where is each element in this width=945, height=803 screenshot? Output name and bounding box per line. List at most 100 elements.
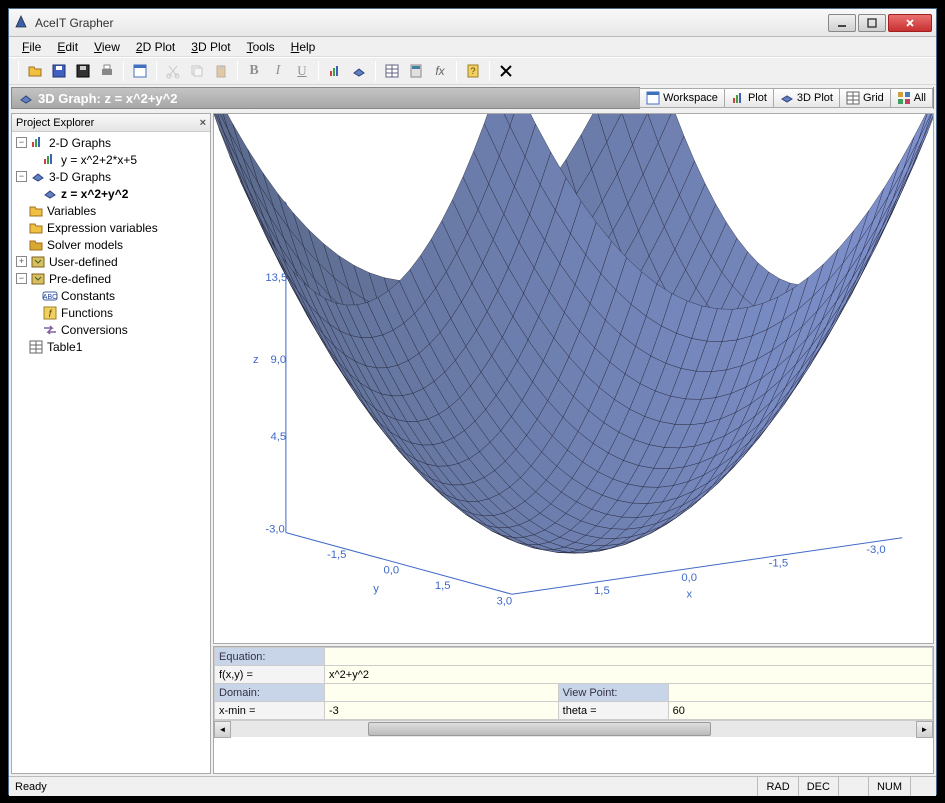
sidebar-title: Project Explorer — [16, 117, 94, 129]
menu-tools[interactable]: Tools — [240, 38, 282, 56]
minimize-button[interactable] — [828, 14, 856, 32]
tree-3d-graphs[interactable]: −3-D Graphs — [14, 168, 208, 185]
svg-text:y: y — [373, 583, 379, 595]
paste-button[interactable] — [210, 60, 232, 82]
delete-button[interactable] — [495, 60, 517, 82]
toolbar: B I U fx ? — [9, 57, 936, 85]
function-button[interactable]: fx — [429, 60, 451, 82]
status-ready: Ready — [15, 781, 47, 793]
prop-domain-header: Domain: — [215, 684, 325, 702]
tree-2d-eq[interactable]: y = x^2+2*x+5 — [14, 151, 208, 168]
bold-button[interactable]: B — [243, 60, 265, 82]
tree-constants[interactable]: ABCConstants — [14, 287, 208, 304]
graph3d-icon — [18, 90, 34, 106]
content-area: Project Explorer × −2-D Graphs y = x^2+2… — [9, 111, 936, 776]
tree: −2-D Graphs y = x^2+2*x+5 −3-D Graphs z … — [12, 132, 210, 357]
app-icon — [13, 15, 29, 31]
svg-text:-1,5: -1,5 — [327, 549, 346, 561]
svg-text:-1,5: -1,5 — [769, 557, 788, 569]
properties-table: Equation: f(x,y) =x^2+y^2 Domain: View Po… — [214, 647, 933, 720]
svg-text:1,5: 1,5 — [594, 585, 610, 597]
svg-text:0,0: 0,0 — [681, 572, 697, 584]
menu-view[interactable]: View — [87, 38, 127, 56]
print-button[interactable] — [96, 60, 118, 82]
tree-pre-defined[interactable]: −Pre-defined — [14, 270, 208, 287]
plot3d-button[interactable] — [348, 60, 370, 82]
underline-button[interactable]: U — [291, 60, 313, 82]
svg-text:x: x — [686, 588, 692, 600]
props-scrollbar[interactable]: ◄ ► — [214, 720, 933, 737]
prop-viewpoint-header: View Point: — [558, 684, 668, 702]
calc-button[interactable] — [405, 60, 427, 82]
tree-3d-eq[interactable]: z = x^2+y^2 — [14, 185, 208, 202]
copy-button[interactable] — [186, 60, 208, 82]
status-num: NUM — [868, 777, 910, 796]
tab-grid[interactable]: Grid — [839, 88, 891, 108]
app-window: AceIT Grapher File Edit View 2D Plot 3D … — [8, 8, 937, 795]
open-button[interactable] — [24, 60, 46, 82]
tab-all[interactable]: All — [890, 88, 933, 108]
tab-plot[interactable]: Plot — [724, 88, 774, 108]
graph-title-text: 3D Graph: z = x^2+y^2 — [38, 91, 177, 106]
save-button[interactable] — [48, 60, 70, 82]
properties-button[interactable] — [129, 60, 151, 82]
svg-text:ABC: ABC — [43, 294, 57, 301]
prop-fxy-label: f(x,y) = — [215, 666, 325, 684]
menu-2dplot[interactable]: 2D Plot — [129, 38, 182, 56]
svg-text:z: z — [253, 354, 259, 366]
svg-text:-3,0: -3,0 — [866, 544, 885, 556]
tree-conversions[interactable]: Conversions — [14, 321, 208, 338]
close-button[interactable] — [888, 14, 932, 32]
prop-xmin-label: x-min = — [215, 702, 325, 720]
tree-2d-graphs[interactable]: −2-D Graphs — [14, 134, 208, 151]
tree-table1[interactable]: Table1 — [14, 338, 208, 355]
properties-panel: Equation: f(x,y) =x^2+y^2 Domain: View Po… — [213, 646, 934, 774]
scroll-left-button[interactable]: ◄ — [214, 721, 231, 738]
scroll-right-button[interactable]: ► — [916, 721, 933, 738]
tab-3dplot[interactable]: 3D Plot — [773, 88, 840, 108]
menu-edit[interactable]: Edit — [50, 38, 85, 56]
titlebar[interactable]: AceIT Grapher — [9, 9, 936, 37]
table-button[interactable] — [381, 60, 403, 82]
maximize-button[interactable] — [858, 14, 886, 32]
surface-plot: 18,0 13,5 9,0 z 4,5 -3,0 -1,5 0,0 y 1,5 … — [214, 114, 933, 643]
plot2d-button[interactable] — [324, 60, 346, 82]
menubar: File Edit View 2D Plot 3D Plot Tools Hel… — [9, 37, 936, 57]
svg-text:-3,0: -3,0 — [265, 524, 284, 536]
svg-text:3,0: 3,0 — [496, 595, 512, 607]
statusbar: Ready RAD DEC NUM — [9, 776, 936, 796]
tab-workspace[interactable]: Workspace — [639, 88, 725, 108]
scroll-thumb[interactable] — [368, 722, 711, 736]
plot-area[interactable]: 18,0 13,5 9,0 z 4,5 -3,0 -1,5 0,0 y 1,5 … — [213, 113, 934, 644]
tree-user-defined[interactable]: +User-defined — [14, 253, 208, 270]
window-title: AceIT Grapher — [35, 16, 826, 30]
help-button[interactable]: ? — [462, 60, 484, 82]
tree-functions[interactable]: fFunctions — [14, 304, 208, 321]
status-rad: RAD — [757, 777, 797, 796]
prop-theta-label: theta = — [558, 702, 668, 720]
graph-header: 3D Graph: z = x^2+y^2 Workspace Plot 3D … — [11, 87, 934, 109]
prop-xmin-value[interactable]: -3 — [325, 702, 559, 720]
svg-text:9,0: 9,0 — [270, 354, 286, 366]
svg-text:?: ? — [470, 66, 475, 76]
menu-file[interactable]: File — [15, 38, 48, 56]
project-explorer: Project Explorer × −2-D Graphs y = x^2+2… — [11, 113, 211, 774]
italic-button[interactable]: I — [267, 60, 289, 82]
cut-button[interactable] — [162, 60, 184, 82]
prop-equation-header: Equation: — [215, 648, 325, 666]
tree-expr-vars[interactable]: Expression variables — [14, 219, 208, 236]
prop-theta-value[interactable]: 60 — [668, 702, 932, 720]
prop-fxy-value[interactable]: x^2+y^2 — [325, 666, 933, 684]
tree-variables[interactable]: Variables — [14, 202, 208, 219]
svg-text:0,0: 0,0 — [383, 565, 399, 577]
svg-text:13,5: 13,5 — [265, 272, 287, 284]
svg-text:1,5: 1,5 — [435, 580, 451, 592]
sidebar-close-icon[interactable]: × — [200, 117, 206, 129]
main-panel: 18,0 13,5 9,0 z 4,5 -3,0 -1,5 0,0 y 1,5 … — [213, 113, 934, 774]
svg-text:4,5: 4,5 — [270, 431, 286, 443]
menu-help[interactable]: Help — [284, 38, 323, 56]
tree-solver[interactable]: Solver models — [14, 236, 208, 253]
menu-3dplot[interactable]: 3D Plot — [184, 38, 237, 56]
saveas-button[interactable] — [72, 60, 94, 82]
status-dec: DEC — [798, 777, 838, 796]
